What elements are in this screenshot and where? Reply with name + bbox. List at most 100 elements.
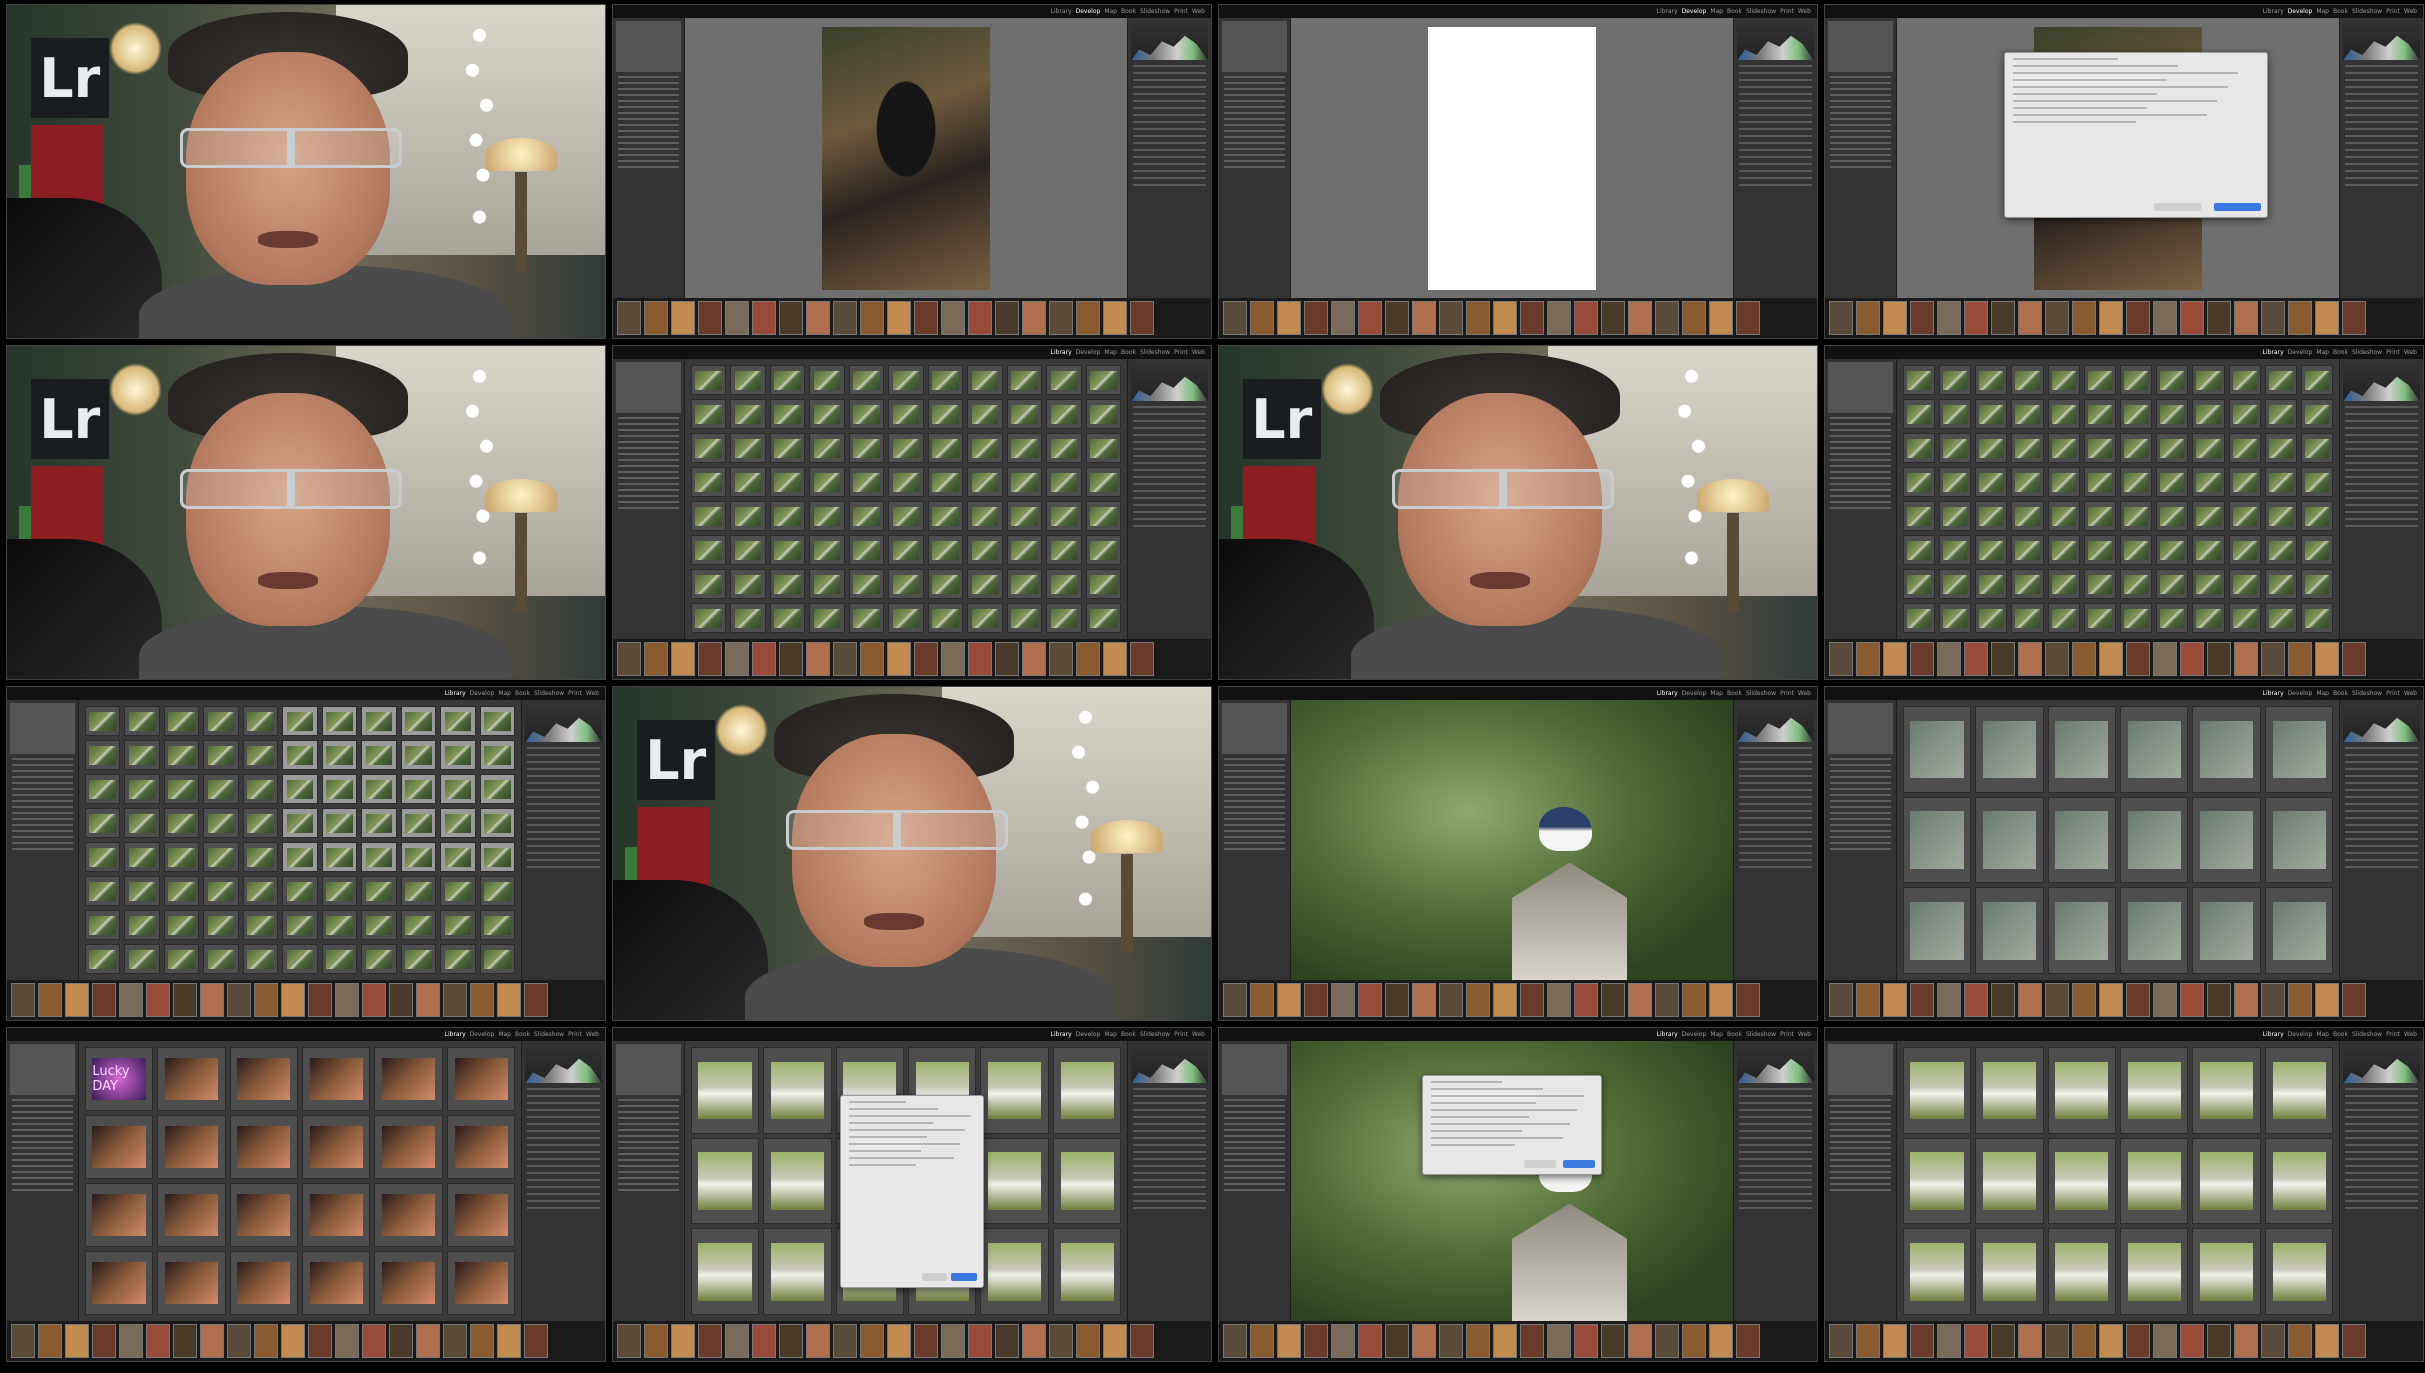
- grid-cell[interactable]: [302, 1047, 371, 1112]
- grid-cell[interactable]: [1902, 706, 1972, 793]
- folder-row[interactable]: [1224, 763, 1285, 766]
- folder-row[interactable]: [1224, 1134, 1285, 1137]
- grid-cell[interactable]: [730, 433, 766, 464]
- filmstrip-thumbnail[interactable]: [2099, 642, 2123, 676]
- grid-cell[interactable]: [848, 467, 885, 498]
- grid-cell[interactable]: [1085, 399, 1122, 430]
- folder-row[interactable]: [1224, 823, 1285, 826]
- grid-cell[interactable]: [809, 569, 845, 600]
- panel-row[interactable]: [2345, 1165, 2418, 1168]
- filmstrip-thumbnail[interactable]: [1655, 301, 1679, 335]
- grid-cell[interactable]: [848, 569, 885, 600]
- module-tab-book[interactable]: Book: [1121, 1031, 1136, 1038]
- grid-cell[interactable]: [2264, 1047, 2334, 1134]
- grid-cell[interactable]: [1085, 535, 1122, 566]
- grid-cell[interactable]: [84, 740, 121, 771]
- panel-row[interactable]: [1133, 1165, 1206, 1168]
- panel-row[interactable]: [1133, 476, 1206, 479]
- filmstrip-thumbnail[interactable]: [362, 1324, 386, 1358]
- panel-row[interactable]: [1739, 761, 1812, 764]
- grid-cell[interactable]: [1006, 569, 1043, 600]
- grid-cell[interactable]: [2228, 569, 2261, 600]
- grid-cell[interactable]: [242, 774, 279, 805]
- grid-cell[interactable]: [242, 706, 279, 737]
- grid-cell[interactable]: [282, 876, 318, 907]
- panel-row[interactable]: [1133, 65, 1206, 68]
- panel-row[interactable]: [2345, 149, 2418, 152]
- filmstrip-thumbnail[interactable]: [1601, 301, 1625, 335]
- dialog-ok-button[interactable]: [951, 1272, 977, 1281]
- grid-cell[interactable]: [2264, 887, 2334, 975]
- filmstrip-thumbnail[interactable]: [92, 983, 116, 1017]
- panel-row[interactable]: [2345, 852, 2418, 855]
- folder-row[interactable]: [1224, 787, 1285, 790]
- grid-cell[interactable]: [980, 1228, 1049, 1316]
- module-tab-develop[interactable]: Develop: [1076, 349, 1101, 356]
- filmstrip-thumbnail[interactable]: [995, 1324, 1019, 1358]
- filmstrip-thumbnail[interactable]: [968, 1324, 992, 1358]
- folder-row[interactable]: [618, 1098, 679, 1101]
- dialog-ok-button[interactable]: [1562, 1159, 1595, 1168]
- folder-row[interactable]: [12, 823, 73, 826]
- folder-row[interactable]: [1830, 835, 1891, 838]
- grid-cell[interactable]: [440, 774, 476, 805]
- filmstrip-thumbnail[interactable]: [2342, 1324, 2366, 1358]
- panel-row[interactable]: [527, 838, 600, 841]
- grid-cell[interactable]: [282, 740, 318, 771]
- grid-cell[interactable]: [1975, 569, 2008, 600]
- grid-cell[interactable]: [967, 467, 1003, 498]
- panel-row[interactable]: [527, 824, 600, 827]
- filmstrip-thumbnail[interactable]: [1709, 983, 1733, 1017]
- filmstrip-thumbnail[interactable]: [2045, 983, 2069, 1017]
- folder-row[interactable]: [618, 117, 679, 120]
- filmstrip-thumbnail[interactable]: [2099, 1324, 2123, 1358]
- panel-row[interactable]: [1133, 469, 1206, 472]
- folder-row[interactable]: [1830, 1170, 1891, 1173]
- grid-cell[interactable]: [282, 774, 318, 805]
- panel-row[interactable]: [2345, 831, 2418, 834]
- panel-row[interactable]: [1133, 170, 1206, 173]
- folder-row[interactable]: [618, 482, 679, 485]
- folder-row[interactable]: [12, 1146, 73, 1149]
- module-tab-web[interactable]: Web: [1798, 690, 1811, 697]
- grid-cell[interactable]: [730, 535, 766, 566]
- folder-row[interactable]: [1830, 793, 1891, 796]
- panel-row[interactable]: [1133, 107, 1206, 110]
- grid-cell[interactable]: [2264, 365, 2298, 396]
- grid-cell[interactable]: [927, 365, 964, 396]
- panel-row[interactable]: [1739, 803, 1812, 806]
- grid-cell[interactable]: [203, 808, 239, 839]
- module-tab-map[interactable]: Map: [2316, 690, 2329, 697]
- folder-row[interactable]: [1224, 835, 1285, 838]
- filmstrip-thumbnail[interactable]: [1412, 301, 1436, 335]
- grid-cell[interactable]: [1006, 603, 1043, 634]
- filmstrip-thumbnail[interactable]: [200, 983, 224, 1017]
- grid-cell[interactable]: [157, 1183, 226, 1248]
- panel-row[interactable]: [527, 1116, 600, 1119]
- grid-cell[interactable]: [769, 569, 806, 600]
- filmstrip-thumbnail[interactable]: [1964, 983, 1988, 1017]
- grid-cell[interactable]: [400, 876, 437, 907]
- filmstrip-thumbnail[interactable]: [2180, 1324, 2204, 1358]
- grid-cell[interactable]: [2301, 535, 2334, 566]
- module-tab-map[interactable]: Map: [2316, 1031, 2329, 1038]
- grid-cell[interactable]: [967, 603, 1003, 634]
- grid-cell[interactable]: [2083, 467, 2117, 498]
- filmstrip-thumbnail[interactable]: [38, 1324, 62, 1358]
- grid-cell[interactable]: [1938, 569, 1972, 600]
- module-tab-print[interactable]: Print: [1780, 1031, 1794, 1038]
- grid-cell[interactable]: [203, 944, 239, 975]
- filmstrip-thumbnail[interactable]: [914, 1324, 938, 1358]
- grid-cell[interactable]: [769, 535, 806, 566]
- grid-cell[interactable]: [2264, 433, 2298, 464]
- grid-cell[interactable]: [1902, 467, 1935, 498]
- module-tab-book[interactable]: Book: [1121, 349, 1136, 356]
- grid-cell[interactable]: [690, 603, 727, 634]
- grid-cell[interactable]: [2047, 1047, 2117, 1134]
- panel-row[interactable]: [1133, 490, 1206, 493]
- grid-cell[interactable]: [2083, 365, 2117, 396]
- folder-row[interactable]: [12, 829, 73, 832]
- filmstrip-thumbnail[interactable]: [308, 1324, 332, 1358]
- filmstrip-thumbnail[interactable]: [2234, 1324, 2258, 1358]
- folder-row[interactable]: [618, 440, 679, 443]
